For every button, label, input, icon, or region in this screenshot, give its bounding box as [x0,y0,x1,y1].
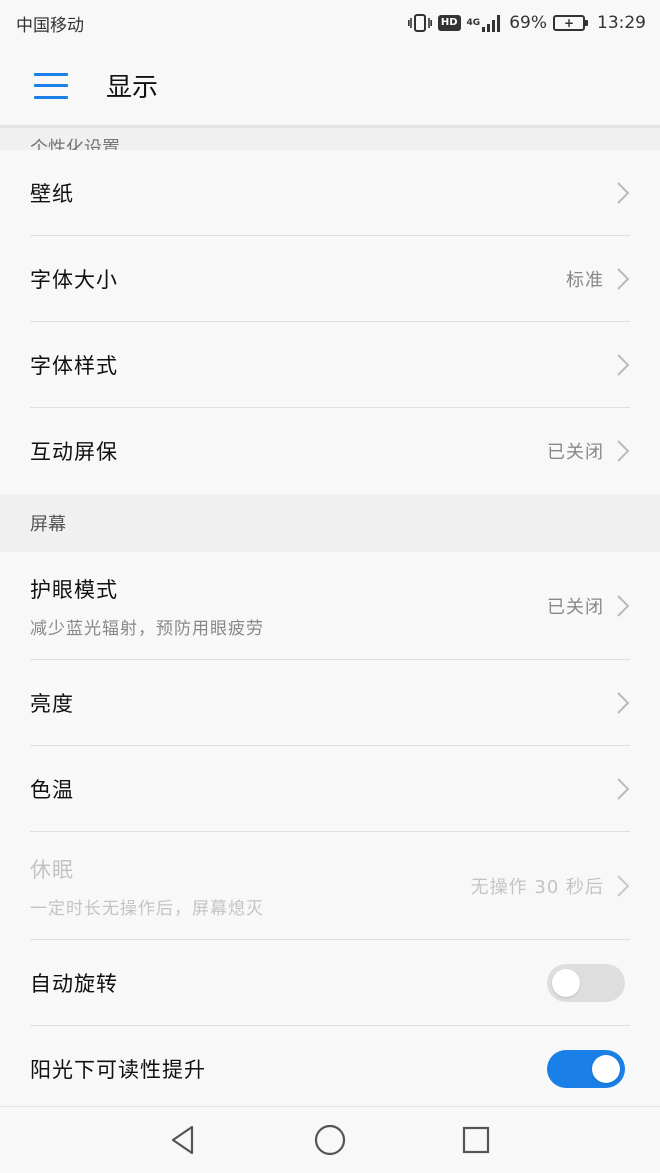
row-title: 互动屏保 [30,440,118,464]
navigation-bar [0,1106,660,1173]
row-font-size[interactable]: 字体大小 标准 [0,236,660,322]
row-title: 字体大小 [30,268,118,292]
recents-button[interactable] [446,1115,506,1165]
row-title: 休眠 [30,857,74,882]
chevron-right-icon [617,875,630,897]
row-font-style[interactable]: 字体样式 [0,322,660,408]
settings-list[interactable]: 个性化设置 壁纸 字体大小 标准 字体样式 互动屏保 已关闭 屏幕 护眼模式 减… [0,128,660,1106]
row-auto-rotate[interactable]: 自动旋转 [0,940,660,1026]
chevron-right-icon [617,778,630,800]
section-header-personalize: 个性化设置 [0,128,660,150]
app-bar: 显示 [0,46,660,128]
battery-icon: + [553,15,588,31]
status-bar: 中国移动 HD 4G 69% + 13:29 [0,0,660,46]
chevron-right-icon [617,268,630,290]
vibrate-icon [407,13,432,33]
back-button[interactable] [153,1115,213,1165]
signal-icon: 4G [467,13,504,33]
row-screensaver[interactable]: 互动屏保 已关闭 [0,408,660,494]
menu-icon[interactable] [34,72,68,99]
row-brightness[interactable]: 亮度 [0,660,660,746]
chevron-right-icon [617,182,630,204]
row-sleep: 休眠 一定时长无操作后，屏幕熄灭 无操作 30 秒后 [0,832,660,940]
row-title: 壁纸 [30,182,74,206]
row-value: 无操作 30 秒后 [470,877,604,898]
battery-percent: 69% [509,13,547,33]
back-icon [171,1125,194,1155]
row-color-temperature[interactable]: 色温 [0,746,660,832]
clock: 13:29 [597,13,646,33]
row-subtitle: 减少蓝光辐射，预防用眼疲劳 [30,618,264,639]
row-wallpaper[interactable]: 壁纸 [0,150,660,236]
chevron-right-icon [617,692,630,714]
row-title: 色温 [30,778,74,802]
row-title: 阳光下可读性提升 [30,1058,206,1082]
chevron-right-icon [617,595,630,617]
row-eye-comfort[interactable]: 护眼模式 减少蓝光辐射，预防用眼疲劳 已关闭 [0,552,660,660]
sunlight-readability-toggle[interactable] [547,1050,625,1088]
recents-icon [462,1126,490,1154]
row-value: 已关闭 [547,442,604,463]
row-value: 标准 [566,270,604,291]
status-icons: HD 4G 69% + 13:29 [407,13,646,33]
toggle-knob [552,969,580,997]
home-icon [314,1124,346,1156]
row-subtitle: 一定时长无操作后，屏幕熄灭 [30,898,264,919]
carrier-name: 中国移动 [16,15,84,36]
chevron-right-icon [617,354,630,376]
toggle-knob [592,1055,620,1083]
network-type-label: 4G [466,17,481,28]
row-title: 亮度 [30,692,74,716]
row-sunlight-readability[interactable]: 阳光下可读性提升 [0,1026,660,1106]
chevron-right-icon [617,440,630,462]
section-header-screen: 屏幕 [0,494,660,552]
row-title: 字体样式 [30,354,118,378]
row-title: 自动旋转 [30,972,118,996]
home-button[interactable] [300,1115,360,1165]
row-value: 已关闭 [547,597,604,618]
auto-rotate-toggle[interactable] [547,964,625,1002]
row-title: 护眼模式 [30,577,118,602]
hd-icon: HD [437,15,461,31]
page-title: 显示 [106,73,159,103]
